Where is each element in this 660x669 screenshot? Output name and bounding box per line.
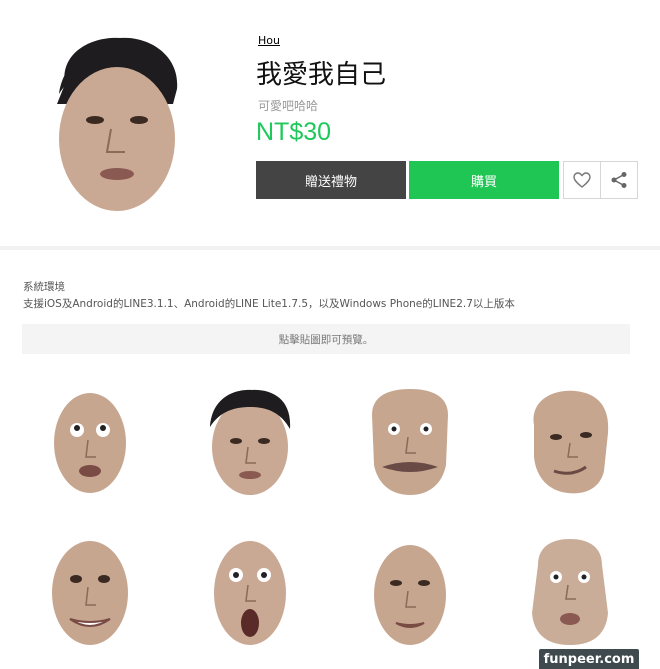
author-link[interactable]: Hou [258,34,280,47]
sticker-5[interactable] [40,535,140,650]
share-button[interactable] [600,161,638,199]
preview-hint-text: 點擊貼圖即可預覽。 [278,333,374,346]
heart-icon [573,172,591,188]
sticker-7[interactable] [360,535,460,650]
watermark-label: funpeer.com [539,649,639,669]
sticker-subtitle: 可愛吧哈哈 [258,99,319,113]
sticker-6[interactable] [200,535,300,650]
sticker-title: 我愛我自己 [256,60,387,90]
section-divider [0,246,660,250]
requirements-text: 支援iOS及Android的LINE3.1.1、Android的LINE Lit… [23,298,515,310]
gift-button-label: 贈送禮物 [304,174,357,190]
sticker-2[interactable] [200,385,300,500]
main-sticker-image [57,37,178,211]
share-icon [611,172,627,188]
favorite-button[interactable] [563,161,601,199]
gift-button[interactable]: 贈送禮物 [256,161,406,199]
sticker-1[interactable] [40,385,140,500]
product-header: Hou 我愛我自己 可愛吧哈哈 NT$30 贈送禮物 購買 [0,0,660,246]
price: NT$30 [256,118,332,146]
preview-hint-bar: 點擊貼圖即可預覽。 [22,324,630,354]
sticker-8[interactable] [520,535,620,650]
buy-button-label: 購買 [470,174,497,190]
buy-button[interactable]: 購買 [409,161,559,199]
requirements-heading: 系統環境 [23,281,65,293]
sticker-4[interactable] [520,385,620,500]
sticker-3[interactable] [360,385,460,500]
